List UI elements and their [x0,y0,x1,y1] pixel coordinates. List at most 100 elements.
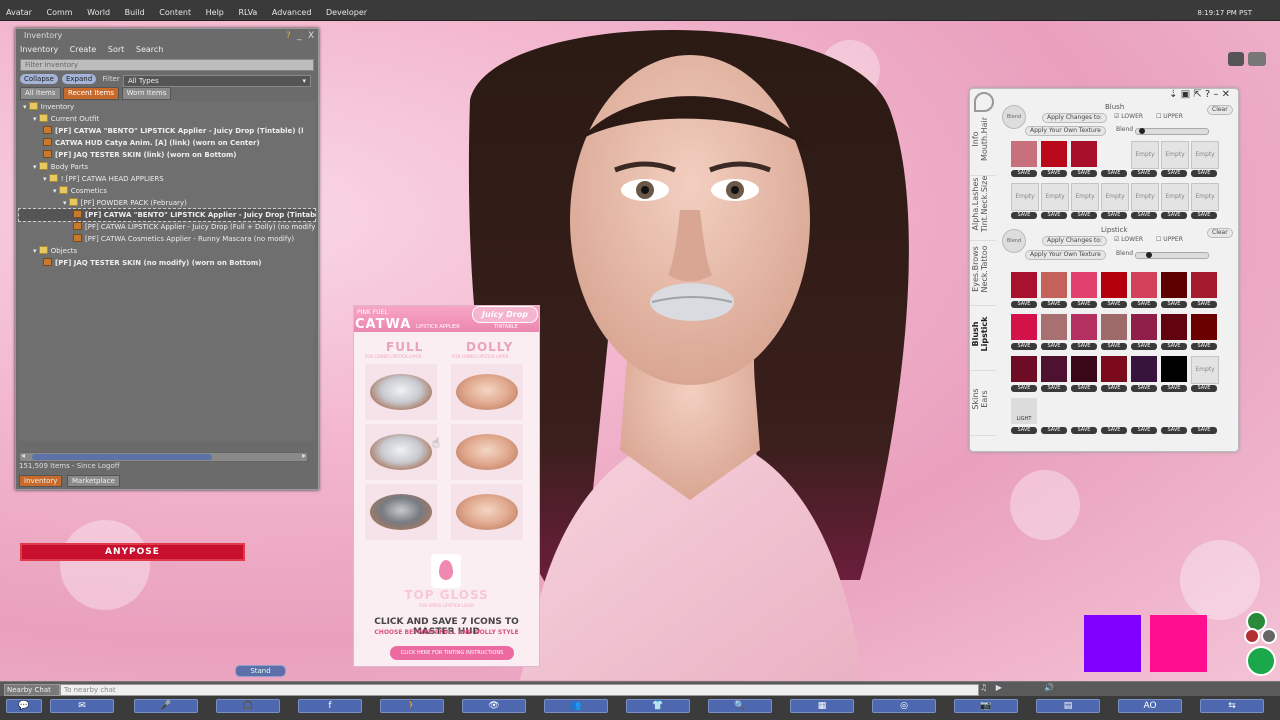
nearby-chat-button[interactable]: Nearby Chat [4,684,60,696]
lip-preview[interactable] [456,434,518,470]
scrollbar-thumb[interactable] [32,454,212,460]
lip-preview[interactable] [456,494,518,530]
inventory-icon[interactable]: ▤ [1036,699,1100,713]
menu-rlva[interactable]: RLVa [232,0,263,26]
stop-icon[interactable] [1244,628,1260,644]
slider-knob[interactable] [1146,252,1152,258]
save-button[interactable]: SAVE [1041,212,1067,219]
detach-icon[interactable]: ⇱ [1193,89,1201,100]
lipstick-blend-slider[interactable] [1135,252,1209,259]
minimize-icon[interactable]: – [1213,89,1218,100]
save-button[interactable]: SAVE [1011,301,1037,308]
lip-swatch[interactable] [365,484,437,540]
inventory-tree-item[interactable]: ▾ Body Parts [19,161,315,173]
expand-icon[interactable]: ▣ [1181,89,1190,100]
hud-tab[interactable]: Skins Ears [970,371,996,436]
scroll-left-icon[interactable]: ◂ [21,451,25,460]
facebook-icon[interactable]: f [298,699,362,713]
view-icon[interactable]: 👁 [462,699,526,713]
inventory-menu-create[interactable]: Create [70,45,97,54]
collapse-button[interactable]: Collapse [20,74,58,84]
blush-blend-slider[interactable] [1135,128,1209,135]
lipstick-clear-button[interactable]: Clear [1207,228,1233,238]
inventory-menu-sort[interactable]: Sort [108,45,124,54]
save-button[interactable]: SAVE [1071,301,1097,308]
menu-developer[interactable]: Developer [320,0,373,26]
inventory-title-bar[interactable]: Inventory ? _ X [16,29,318,43]
save-button[interactable]: SAVE [1191,301,1217,308]
snapshot-icon[interactable]: 📷 [954,699,1018,713]
save-button[interactable]: SAVE [1191,212,1217,219]
voice-icon[interactable]: 🎤 [134,699,198,713]
lipstick-swatch[interactable] [1101,356,1127,382]
menu-advanced[interactable]: Advanced [266,0,318,26]
menu-content[interactable]: Content [153,0,197,26]
lip-swatch[interactable] [451,424,523,480]
save-button[interactable]: SAVE [1131,212,1157,219]
save-button[interactable]: SAVE [1101,427,1127,434]
blush-swatch-blank[interactable] [1101,141,1127,167]
inventory-menu-inventory[interactable]: Inventory [20,45,58,54]
horizontal-scrollbar[interactable]: ◂ ▸ [19,451,308,462]
inventory-tree-item[interactable]: CATWA HUD Catya Anim. [A] (link) (worn o… [19,137,315,149]
lip-preview[interactable] [370,374,432,410]
blush-swatch[interactable] [1071,141,1097,167]
slider-knob[interactable] [1139,128,1145,134]
save-button[interactable]: SAVE [1161,385,1187,392]
lipstick-swatch[interactable] [1041,272,1067,298]
blush-empty-slot[interactable]: Empty [1191,141,1219,169]
save-button[interactable]: SAVE [1161,212,1187,219]
tinting-instructions-button[interactable]: CLICK HERE FOR TINTING INSTRUCTIONS [390,646,514,660]
power-icon[interactable] [1246,646,1276,676]
inventory-tree-item[interactable]: [PF] CATWA LIPSTICK Applier - Juicy Drop… [19,221,315,233]
save-button[interactable]: SAVE [1071,212,1097,219]
lipstick-swatch[interactable] [1011,356,1037,382]
save-button[interactable]: SAVE [1011,343,1037,350]
close-icon[interactable]: X [308,29,314,43]
blush-empty-slot[interactable]: Empty [1191,183,1219,211]
appearance-icon[interactable]: 👕 [626,699,690,713]
save-button[interactable]: SAVE [1161,170,1187,177]
blush-empty-slot[interactable]: Empty [1101,183,1129,211]
inventory-tree-item[interactable]: ▾ Current Outfit [19,113,315,125]
ao-button[interactable]: AO [1118,699,1182,713]
blush-empty-slot[interactable]: Empty [1041,183,1069,211]
blush-upper-checkbox[interactable]: ☐ UPPER [1156,113,1183,120]
filter-type-dropdown[interactable]: All Types ▾ [123,75,311,87]
tab-all-items[interactable]: All Items [20,87,61,100]
save-button[interactable]: SAVE [1161,343,1187,350]
filter-input[interactable]: Filter Inventory [20,59,314,71]
menu-build[interactable]: Build [119,0,151,26]
lipstick-blend-dial[interactable]: Blend [1002,229,1026,253]
volume-icon[interactable]: 🔊 [1044,683,1054,692]
conversations-icon[interactable]: ✉ [50,699,114,713]
radar-icon[interactable]: ◎ [872,699,936,713]
lipstick-swatch[interactable] [1011,314,1037,340]
lipstick-swatch[interactable] [1131,272,1157,298]
lipstick-apply-own-texture-button[interactable]: Apply Your Own Texture [1025,250,1106,260]
inventory-tree-item[interactable]: [PF] CATWA "BENTO" LIPSTICK Applier - Ju… [19,125,315,137]
blush-empty-slot[interactable]: Empty [1131,183,1159,211]
stand-button[interactable]: Stand [235,665,286,677]
save-button[interactable]: SAVE [1101,343,1127,350]
hud-tab[interactable]: Alpha.Lashes Tint.Neck.Size [970,176,996,241]
lip-preview[interactable] [370,434,432,470]
lipstick-swatch[interactable] [1191,272,1217,298]
lipstick-swatch[interactable] [1131,314,1157,340]
tab-marketplace[interactable]: Marketplace [66,475,120,487]
chat-input[interactable]: To nearby chat [60,684,979,696]
save-button[interactable]: SAVE [1191,343,1217,350]
save-button[interactable]: SAVE [1161,427,1187,434]
lipstick-lower-checkbox[interactable]: ☑ LOWER [1114,236,1143,243]
map-icon[interactable]: ▦ [790,699,854,713]
blush-blend-dial[interactable]: Blend [1002,105,1026,129]
menu-world[interactable]: World [81,0,116,26]
walk-icon[interactable]: 🚶 [380,699,444,713]
save-button[interactable]: SAVE [1131,170,1157,177]
blush-empty-slot[interactable]: Empty [1161,141,1189,169]
pink-color-swatch[interactable] [1150,615,1207,672]
blush-swatch[interactable] [1011,141,1037,167]
blush-lower-checkbox[interactable]: ☑ LOWER [1114,113,1143,120]
save-button[interactable]: SAVE [1131,427,1157,434]
tab-inventory[interactable]: Inventory [19,475,63,487]
